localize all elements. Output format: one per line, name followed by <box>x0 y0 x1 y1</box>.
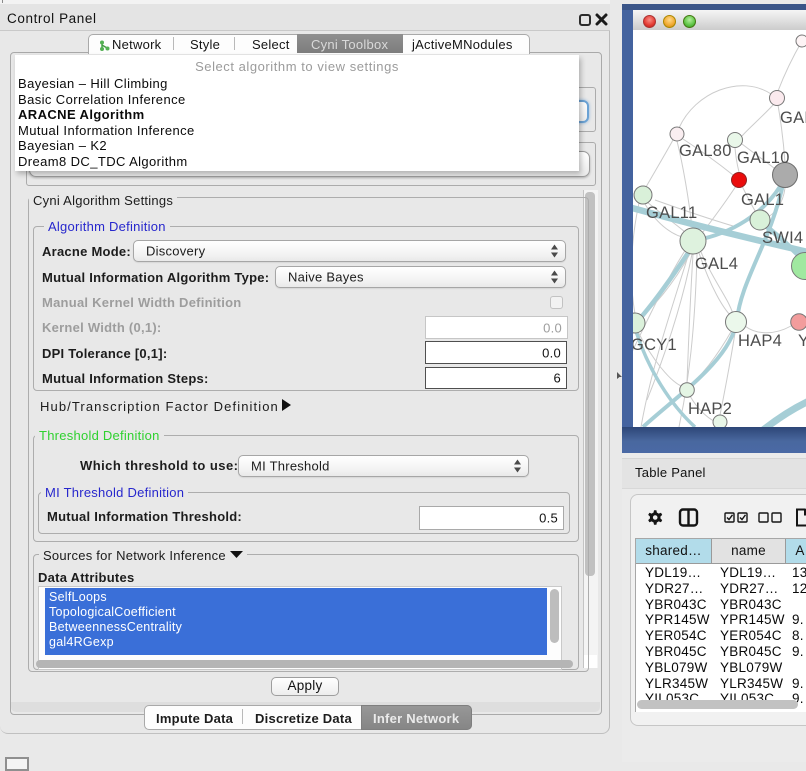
svg-text:GAL: GAL <box>780 109 806 127</box>
svg-text:HAP4: HAP4 <box>738 332 782 350</box>
svg-text:HAP2: HAP2 <box>688 400 732 418</box>
svg-text:GCY1: GCY1 <box>633 336 677 354</box>
svg-text:GAL11: GAL11 <box>646 204 697 222</box>
svg-text:GAL1: GAL1 <box>741 191 784 209</box>
svg-text:Y: Y <box>798 332 806 350</box>
svg-text:GAL4: GAL4 <box>695 255 738 273</box>
svg-text:SWI4: SWI4 <box>762 229 803 247</box>
svg-text:GAL10: GAL10 <box>737 149 790 167</box>
svg-text:GAL80: GAL80 <box>679 142 732 160</box>
